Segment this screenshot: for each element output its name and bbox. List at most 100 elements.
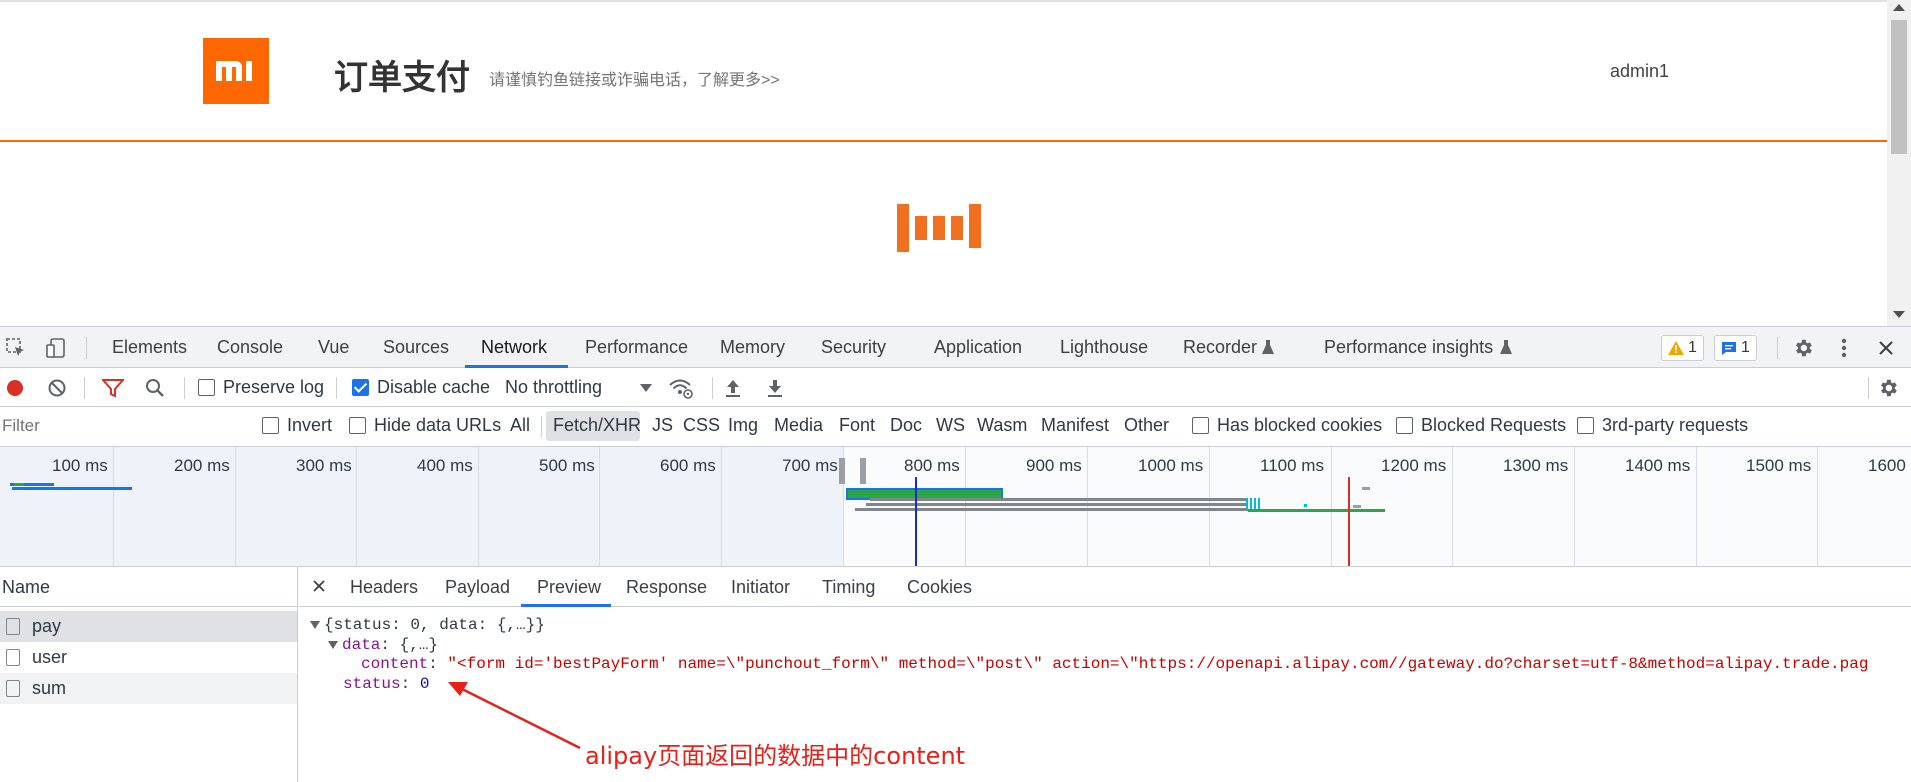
tab-elements[interactable]: Elements <box>112 337 187 358</box>
range-handle[interactable] <box>839 458 845 484</box>
scroll-up-icon[interactable] <box>1893 4 1905 11</box>
tab-cookies[interactable]: Cookies <box>907 577 972 598</box>
name-column-header[interactable]: Name <box>0 567 298 607</box>
inspect-element-icon[interactable] <box>4 337 28 359</box>
tab-performance[interactable]: Performance <box>585 337 688 358</box>
file-icon <box>6 680 20 697</box>
tab-application[interactable]: Application <box>934 337 1022 358</box>
import-har-icon[interactable] <box>722 377 744 399</box>
tab-sources[interactable]: Sources <box>383 337 449 358</box>
more-options-icon[interactable] <box>1834 336 1854 360</box>
request-row-user[interactable]: user <box>0 642 297 673</box>
json-content-row[interactable]: content: "<form id='bestPayForm' name=\"… <box>361 655 1868 673</box>
filter-type-js[interactable]: JS <box>652 415 673 436</box>
timeline-gridline <box>721 447 722 566</box>
tab-preview[interactable]: Preview <box>537 577 601 598</box>
clear-icon[interactable] <box>46 377 68 399</box>
divider <box>541 416 542 438</box>
tick-label: 1600 <box>1868 456 1906 475</box>
filter-type-other[interactable]: Other <box>1124 415 1169 436</box>
device-toolbar-icon[interactable] <box>44 337 68 359</box>
filter-type-wasm[interactable]: Wasm <box>977 415 1027 436</box>
disable-cache-checkbox[interactable]: Disable cache <box>352 377 490 398</box>
filter-type-media[interactable]: Media <box>774 415 823 436</box>
json-status-row[interactable]: status: 0 <box>343 675 429 693</box>
tab-security[interactable]: Security <box>821 337 886 358</box>
filter-funnel-icon[interactable] <box>101 377 125 399</box>
timeline-gridline <box>1817 447 1818 566</box>
tab-lighthouse[interactable]: Lighthouse <box>1060 337 1148 358</box>
close-devtools-icon[interactable] <box>1874 336 1898 360</box>
expand-triangle-icon[interactable] <box>310 620 320 629</box>
scroll-thumb[interactable] <box>1891 20 1907 154</box>
checkbox-box[interactable] <box>1192 417 1209 434</box>
has-blocked-cookies-checkbox[interactable]: Has blocked cookies <box>1192 415 1382 436</box>
request-row-sum[interactable]: sum <box>0 673 297 704</box>
settings-gear-icon[interactable] <box>1790 336 1816 360</box>
checkbox-box[interactable] <box>1396 417 1413 434</box>
tab-timing[interactable]: Timing <box>822 577 875 598</box>
filter-type-ws[interactable]: WS <box>936 415 965 436</box>
tick-label: 1100 ms <box>1260 456 1324 475</box>
hide-data-urls-checkbox[interactable]: Hide data URLs <box>349 415 501 436</box>
filter-type-css[interactable]: CSS <box>683 415 720 436</box>
tab-initiator[interactable]: Initiator <box>731 577 790 598</box>
filter-type-manifest[interactable]: Manifest <box>1041 415 1109 436</box>
filter-type-all[interactable]: All <box>510 415 530 436</box>
tab-performance-insights[interactable]: Performance insights <box>1324 337 1493 358</box>
tab-vue[interactable]: Vue <box>318 337 349 358</box>
warnings-badge[interactable]: 1 <box>1661 335 1704 361</box>
filter-type-fetch-xhr[interactable]: Fetch/XHR <box>553 415 641 436</box>
range-handle[interactable] <box>860 458 866 484</box>
expand-triangle-icon[interactable] <box>328 640 338 649</box>
filter-input[interactable] <box>0 412 242 440</box>
network-settings-gear-icon[interactable] <box>1875 376 1901 400</box>
filter-type-doc[interactable]: Doc <box>890 415 922 436</box>
checkbox-box[interactable] <box>349 417 366 434</box>
dom-content-loaded-marker <box>915 477 917 566</box>
json-key: data <box>342 636 381 654</box>
record-icon[interactable] <box>4 377 26 399</box>
filter-type-img[interactable]: Img <box>728 415 758 436</box>
json-data-row[interactable]: data: {,…} <box>328 636 438 654</box>
tick-label: 500 ms <box>539 456 595 475</box>
network-overview-timeline[interactable]: 100 ms 200 ms 300 ms 400 ms 500 ms 600 m… <box>0 447 1911 567</box>
site-header: 订单支付 请谨慎钓鱼链接或诈骗电话，了解更多>> admin1 <box>0 2 1887 142</box>
network-filterbar: Invert Hide data URLs All Fetch/XHR JS C… <box>0 407 1911 447</box>
blocked-requests-checkbox[interactable]: Blocked Requests <box>1396 415 1566 436</box>
tab-payload[interactable]: Payload <box>445 577 510 598</box>
tick-label: 600 ms <box>660 456 716 475</box>
tab-memory[interactable]: Memory <box>720 337 785 358</box>
checkbox-box[interactable] <box>262 417 279 434</box>
invert-checkbox[interactable]: Invert <box>262 415 332 436</box>
checkbox-box[interactable] <box>1577 417 1594 434</box>
request-bar <box>870 498 1248 501</box>
filter-type-font[interactable]: Font <box>839 415 875 436</box>
checkbox-box[interactable] <box>198 379 215 396</box>
tab-headers[interactable]: Headers <box>350 577 418 598</box>
divider <box>1868 377 1869 399</box>
tab-recorder[interactable]: Recorder <box>1183 337 1257 358</box>
throttling-select[interactable]: No throttling <box>505 377 653 398</box>
messages-badge[interactable]: 1 <box>1714 335 1757 361</box>
security-tip-link[interactable]: 请谨慎钓鱼链接或诈骗电话，了解更多>> <box>489 66 780 90</box>
export-har-icon[interactable] <box>764 377 786 399</box>
preserve-log-checkbox[interactable]: Preserve log <box>198 377 324 398</box>
page-scrollbar[interactable] <box>1887 0 1911 326</box>
username[interactable]: admin1 <box>1610 61 1669 82</box>
network-conditions-icon[interactable] <box>667 376 695 400</box>
mi-logo[interactable] <box>203 38 269 104</box>
json-root-row[interactable]: {status: 0, data: {,…}} <box>310 616 545 634</box>
checkbox-box-checked[interactable] <box>352 379 369 396</box>
third-party-requests-checkbox[interactable]: 3rd-party requests <box>1577 415 1748 436</box>
scroll-down-icon[interactable] <box>1893 311 1905 318</box>
search-icon[interactable] <box>143 377 167 399</box>
loading-spinner <box>897 204 981 252</box>
request-row-pay[interactable]: pay <box>0 611 297 642</box>
tab-response[interactable]: Response <box>626 577 707 598</box>
tab-console[interactable]: Console <box>217 337 283 358</box>
tab-network[interactable]: Network <box>481 337 547 358</box>
close-detail-icon[interactable] <box>311 578 327 594</box>
json-key: status <box>343 675 401 693</box>
timeline-gridline <box>1331 447 1332 566</box>
